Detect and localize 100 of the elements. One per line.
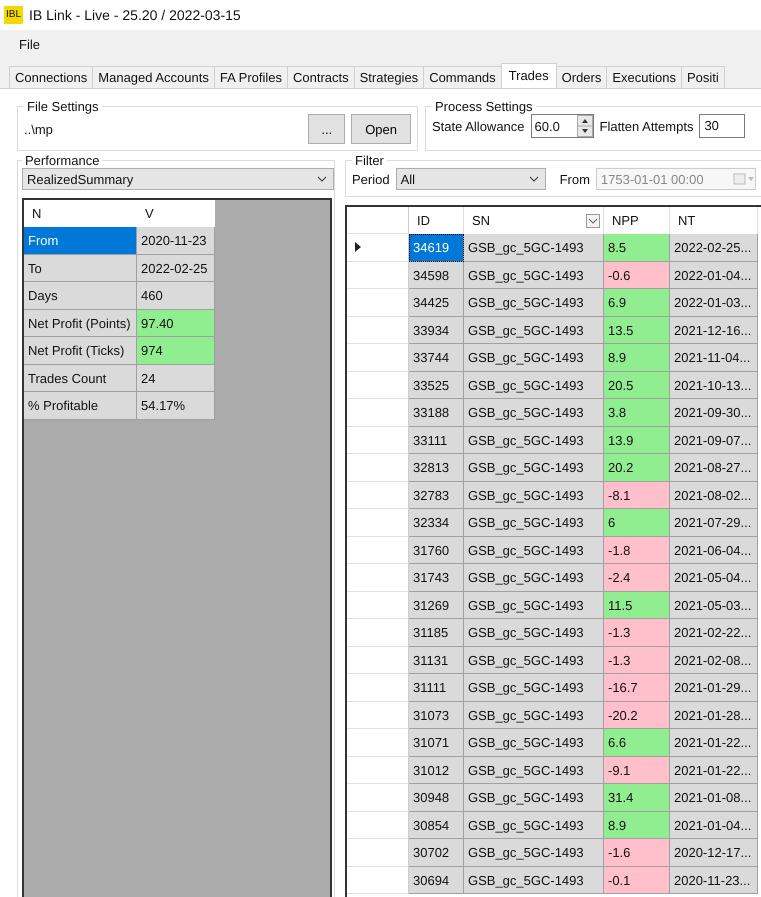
row-header[interactable] xyxy=(347,784,409,812)
table-cell: GSB_gc_5GC-1493 xyxy=(464,289,604,316)
table-cell[interactable]: 30702 xyxy=(409,839,464,866)
row-header[interactable] xyxy=(347,812,409,839)
table-cell: GSB_gc_5GC-1493 xyxy=(464,866,604,894)
row-header[interactable] xyxy=(347,619,409,646)
row-header[interactable] xyxy=(347,674,409,702)
table-cell: 20.5 xyxy=(604,372,670,399)
grid-corner[interactable] xyxy=(347,207,409,234)
tab[interactable]: Trades xyxy=(500,63,557,88)
table-cell[interactable]: 33744 xyxy=(409,344,464,372)
row-header[interactable] xyxy=(347,536,409,564)
row-header[interactable] xyxy=(347,372,409,399)
table-cell: -20.2 xyxy=(604,702,670,729)
table-cell[interactable]: 34598 xyxy=(409,262,464,289)
table-cell[interactable]: Net Profit (Points) xyxy=(24,310,137,337)
row-header[interactable] xyxy=(347,839,409,866)
table-cell[interactable]: 32783 xyxy=(409,482,464,509)
state-allowance-spinner[interactable]: 60.0 xyxy=(530,114,594,138)
column-header[interactable]: V xyxy=(137,200,215,227)
table-cell: 2020-12-17... xyxy=(670,839,758,866)
table-cell[interactable]: 30948 xyxy=(409,784,464,812)
row-header[interactable] xyxy=(347,592,409,619)
table-cell[interactable]: To xyxy=(24,254,137,282)
table-cell[interactable]: % Profitable xyxy=(24,392,137,420)
row-header[interactable] xyxy=(347,509,409,536)
table-cell: 2021-08-02... xyxy=(670,482,758,509)
table-cell: 2021-10-13... xyxy=(670,372,758,399)
row-header[interactable] xyxy=(347,454,409,482)
row-header[interactable] xyxy=(347,702,409,729)
table-cell: GSB_gc_5GC-1493 xyxy=(464,564,604,592)
group-title: Filter xyxy=(354,153,385,168)
window-title: IB Link - Live - 25.20 / 2022-03-15 xyxy=(29,7,241,23)
tab[interactable]: Positi xyxy=(680,66,725,88)
table-cell: 6 xyxy=(604,509,670,536)
browse-button[interactable]: ... xyxy=(308,114,346,144)
tab[interactable]: Connections xyxy=(9,66,94,88)
row-header[interactable] xyxy=(347,234,409,262)
row-header[interactable] xyxy=(347,564,409,592)
row-header[interactable] xyxy=(347,316,409,344)
tab[interactable]: Strategies xyxy=(354,66,424,88)
table-cell[interactable]: Net Profit (Ticks) xyxy=(24,337,137,364)
table-cell[interactable]: 34425 xyxy=(409,289,464,316)
table-cell[interactable]: 34619 xyxy=(409,234,464,262)
table-cell[interactable]: 30854 xyxy=(409,812,464,839)
flatten-attempts-field[interactable]: 30 xyxy=(699,114,746,138)
table-cell: 2021-09-07... xyxy=(670,426,758,454)
table-cell[interactable]: From xyxy=(24,227,137,254)
dropdown-icon[interactable] xyxy=(586,214,600,228)
table-cell[interactable]: 31131 xyxy=(409,646,464,674)
table-cell: GSB_gc_5GC-1493 xyxy=(464,454,604,482)
table-cell[interactable]: 31269 xyxy=(409,592,464,619)
row-header[interactable] xyxy=(347,344,409,372)
field-label: State Allowance xyxy=(432,118,525,134)
chevron-down-icon xyxy=(317,176,327,182)
table-cell[interactable]: 30694 xyxy=(409,866,464,894)
table-cell[interactable]: 31185 xyxy=(409,619,464,646)
table-cell: 8.9 xyxy=(604,812,670,839)
period-dropdown[interactable]: All xyxy=(396,168,546,190)
row-header[interactable] xyxy=(347,262,409,289)
table-cell[interactable]: 32813 xyxy=(409,454,464,482)
table-cell: 2021-02-22... xyxy=(670,619,758,646)
table-cell: 2021-01-22... xyxy=(670,729,758,756)
table-cell[interactable]: 31012 xyxy=(409,756,464,784)
table-cell[interactable]: 31071 xyxy=(409,729,464,756)
table-cell[interactable]: 31073 xyxy=(409,702,464,729)
table-cell[interactable]: 33525 xyxy=(409,372,464,399)
calendar-icon[interactable] xyxy=(732,173,755,185)
table-cell[interactable]: Trades Count xyxy=(24,364,137,392)
table-cell: 24 xyxy=(137,364,215,392)
table-cell[interactable]: 31111 xyxy=(409,674,464,702)
table-cell[interactable]: 33111 xyxy=(409,426,464,454)
column-header[interactable]: N xyxy=(24,200,137,227)
table-cell[interactable]: 33188 xyxy=(409,399,464,426)
table-cell: 2022-01-04... xyxy=(670,262,758,289)
table-cell: -0.6 xyxy=(604,262,670,289)
app-logo: IBL xyxy=(4,6,24,24)
table-cell[interactable]: 33934 xyxy=(409,316,464,344)
row-header[interactable] xyxy=(347,399,409,426)
row-header[interactable] xyxy=(347,426,409,454)
row-header[interactable] xyxy=(347,866,409,894)
file-path: ..\mp xyxy=(24,122,54,136)
row-header[interactable] xyxy=(347,756,409,784)
open-button[interactable]: Open xyxy=(351,114,411,144)
table-cell[interactable]: 31760 xyxy=(409,536,464,564)
menu-item[interactable]: File xyxy=(12,34,47,54)
table-cell[interactable]: Days xyxy=(24,282,137,310)
row-header[interactable] xyxy=(347,646,409,674)
table-cell[interactable]: 32334 xyxy=(409,509,464,536)
table-cell: 97.40 xyxy=(137,310,215,337)
row-header[interactable] xyxy=(347,482,409,509)
tab[interactable]: Managed Accounts xyxy=(92,66,215,88)
table-cell[interactable]: 31743 xyxy=(409,564,464,592)
row-header[interactable] xyxy=(347,729,409,756)
group-title: File Settings xyxy=(26,99,100,114)
table-cell: 2021-12-16... xyxy=(670,316,758,344)
table-cell: 13.9 xyxy=(604,426,670,454)
report-dropdown[interactable]: RealizedSummary xyxy=(22,168,334,190)
row-header[interactable] xyxy=(347,289,409,316)
table-cell: 2021-09-30... xyxy=(670,399,758,426)
